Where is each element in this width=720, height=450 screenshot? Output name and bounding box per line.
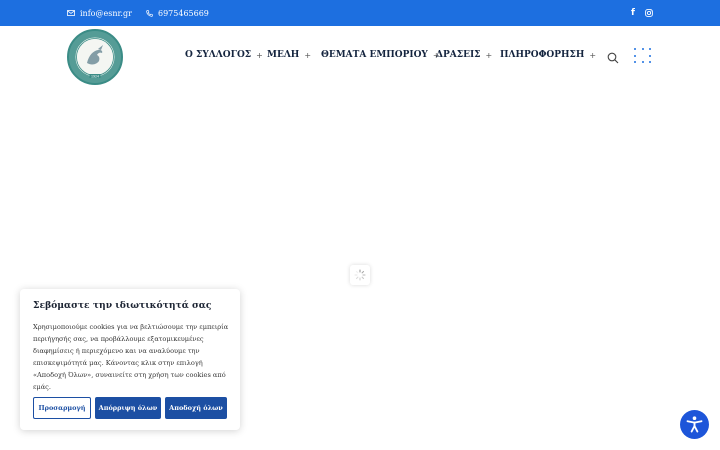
nav-item-association[interactable]: Ο ΣΥΛΛΟΓΟΣ + — [185, 50, 263, 60]
site-logo[interactable]: 1924 — [67, 29, 123, 85]
search-icon[interactable] — [607, 49, 619, 64]
main-header: 1924 Ο ΣΥΛΛΟΓΟΣ + ΜΕΛΗ + ΘΕΜΑΤΑ ΕΜΠΟΡΙΟΥ + … — [0, 26, 720, 88]
top-bar: info@esnr.gr 6975465669 f — [0, 0, 720, 26]
customize-button[interactable]: Προσαρμογή — [33, 397, 91, 419]
plus-icon: + — [256, 50, 263, 60]
phone-icon — [146, 9, 153, 17]
phone-link[interactable]: 6975465669 — [146, 0, 209, 26]
cookie-title: Σεβόμαστε την ιδιωτικότητά σας — [33, 300, 212, 311]
spinner-icon — [350, 265, 370, 285]
accessibility-icon[interactable] — [680, 410, 709, 439]
nav-item-trade-issues[interactable]: ΘΕΜΑΤΑ ΕΜΠΟΡΙΟΥ + — [321, 50, 440, 60]
cookie-buttons: Προσαρμογή Απόρριψη όλων Αποδοχή όλων — [33, 397, 227, 419]
reject-all-button[interactable]: Απόρριψη όλων — [95, 397, 161, 419]
email-text: info@esnr.gr — [80, 8, 132, 18]
cookie-body: Χρησιμοποιούμε cookies για να βελτιώσουμ… — [33, 323, 229, 391]
accept-all-button[interactable]: Αποδοχή όλων — [165, 397, 227, 419]
envelope-icon — [67, 10, 75, 16]
nav-item-actions[interactable]: ΔΡΑΣΕΙΣ + — [436, 50, 492, 60]
plus-icon: + — [485, 50, 493, 60]
instagram-icon[interactable] — [645, 0, 653, 26]
cookie-consent-banner: Σεβόμαστε την ιδιωτικότητά σας Χρησιμοπο… — [20, 289, 240, 430]
grid-dots-icon[interactable] — [634, 48, 652, 64]
facebook-icon[interactable]: f — [631, 0, 635, 26]
nav-item-members[interactable]: ΜΕΛΗ + — [267, 50, 311, 60]
plus-icon: + — [304, 50, 312, 60]
plus-icon: + — [589, 50, 597, 60]
email-link[interactable]: info@esnr.gr — [67, 0, 132, 26]
phone-text: 6975465669 — [158, 8, 209, 18]
svg-text:1924: 1924 — [91, 74, 99, 78]
nav-item-information[interactable]: ΠΛΗΡΟΦΟΡΗΣΗ + — [500, 50, 596, 60]
